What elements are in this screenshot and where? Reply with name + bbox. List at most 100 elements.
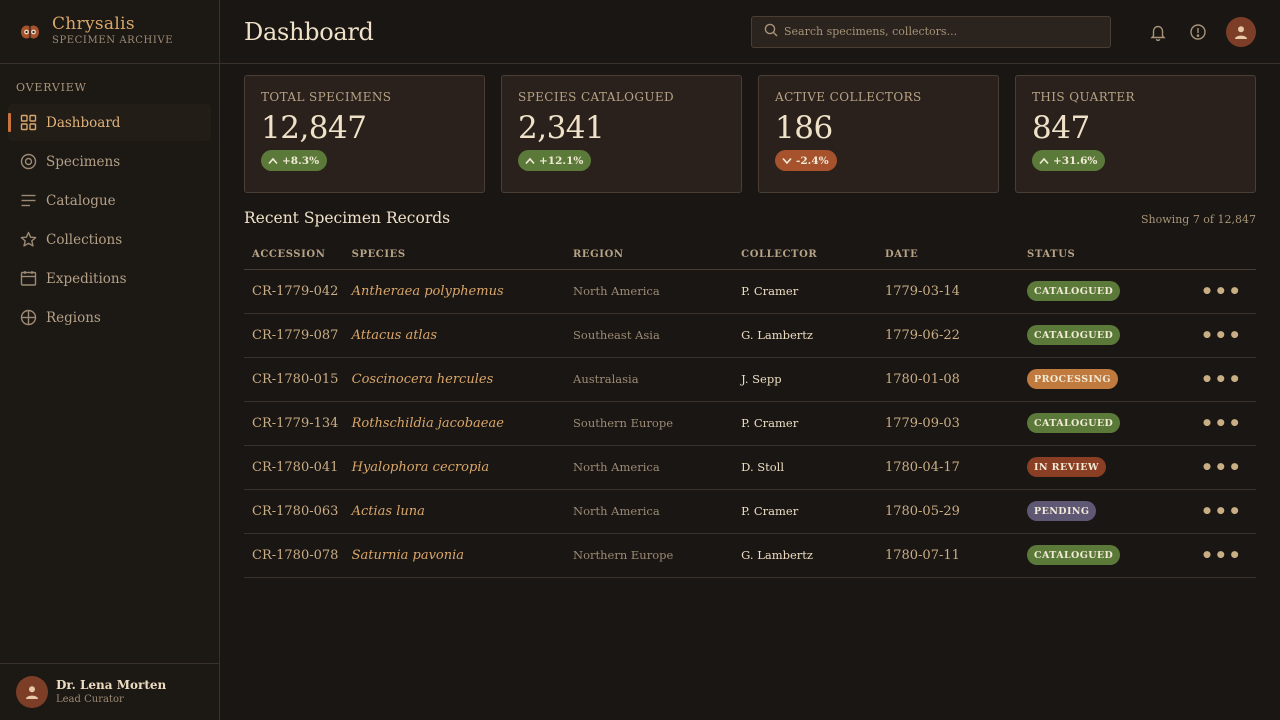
trend-badge: +31.6% — [1032, 150, 1106, 171]
date-cell: 1779-06-22 — [876, 313, 1020, 358]
row-actions-button[interactable]: ••• — [1192, 533, 1256, 578]
row-actions-button[interactable]: ••• — [1192, 313, 1256, 358]
calendar-icon — [20, 270, 37, 287]
region-cell: Australasia — [565, 357, 734, 402]
records-count: Showing 7 of 12,847 — [1141, 213, 1256, 226]
stat-card-total-specimens[interactable]: TOTAL SPECIMENS 12,847 +8.3% — [244, 75, 485, 193]
brand[interactable]: Chrysalis SPECIMEN ARCHIVE — [0, 0, 219, 64]
status-cell: CATALOGUED — [1019, 313, 1193, 358]
accession-cell: CR-1779-042 — [244, 269, 344, 314]
notifications-button[interactable] — [1147, 21, 1169, 43]
globe-icon — [20, 309, 37, 326]
trend-badge: -2.4% — [775, 150, 837, 171]
sidebar-item-expeditions[interactable]: Expeditions — [8, 260, 211, 297]
sidebar-item-regions[interactable]: Regions — [8, 299, 211, 336]
species-cell: Actias luna — [343, 489, 566, 534]
species-cell: Coscinocera hercules — [343, 357, 566, 402]
bell-icon — [1150, 25, 1166, 41]
avatar — [16, 676, 48, 708]
chevron-up-icon — [525, 157, 535, 164]
stat-label: THIS QUARTER — [1032, 90, 1135, 104]
stat-card-species-catalogued[interactable]: SPECIES CATALOGUED 2,341 +12.1% — [501, 75, 742, 193]
column-header-collector[interactable]: COLLECTOR — [733, 241, 877, 270]
status-cell: PROCESSING — [1019, 357, 1193, 402]
status-badge: CATALOGUED — [1027, 545, 1121, 565]
column-header-date[interactable]: DATE — [876, 241, 1020, 270]
sidebar-item-label: Collections — [46, 231, 123, 248]
row-actions-button[interactable]: ••• — [1192, 489, 1256, 534]
accession-cell: CR-1780-063 — [244, 489, 344, 534]
status-cell: CATALOGUED — [1019, 533, 1193, 578]
more-horizontal-icon: ••• — [1200, 499, 1242, 523]
sidebar-item-dashboard[interactable]: Dashboard — [8, 104, 211, 141]
alert-circle-icon — [1190, 23, 1206, 40]
region-cell: North America — [565, 489, 734, 534]
more-horizontal-icon: ••• — [1200, 411, 1242, 435]
status-cell: IN REVIEW — [1019, 445, 1193, 490]
search-input[interactable] — [784, 25, 1084, 38]
list-icon — [20, 192, 37, 209]
date-cell: 1780-01-08 — [876, 357, 1020, 402]
region-cell: Southern Europe — [565, 401, 734, 446]
page-title: Dashboard — [244, 17, 374, 46]
column-header-species[interactable]: SPECIES — [343, 241, 566, 270]
stat-card-this-quarter[interactable]: THIS QUARTER 847 +31.6% — [1015, 75, 1256, 193]
chevron-down-icon — [782, 157, 792, 164]
search-icon — [764, 22, 778, 41]
current-user[interactable]: Dr. Lena Morten Lead Curator — [0, 663, 219, 720]
table-row[interactable]: CR-1779-042 Antheraea polyphemus North Ame… — [244, 269, 1256, 314]
app-title: Chrysalis — [52, 14, 135, 34]
column-header-accession[interactable]: ACCESSION — [244, 241, 344, 270]
table-header-row: ACCESSION SPECIES REGION COLLECTOR DATE … — [244, 241, 1256, 270]
region-cell: North America — [565, 445, 734, 490]
app-subtitle: SPECIMEN ARCHIVE — [52, 35, 174, 46]
row-actions-button[interactable]: ••• — [1192, 401, 1256, 446]
stat-value: 2,341 — [518, 110, 605, 146]
trend-badge: +8.3% — [261, 150, 328, 171]
accession-cell: CR-1780-015 — [244, 357, 344, 402]
region-cell: North America — [565, 269, 734, 314]
trend-value: +12.1% — [539, 154, 584, 167]
row-actions-button[interactable]: ••• — [1192, 269, 1256, 314]
stat-card-active-collectors[interactable]: ACTIVE COLLECTORS 186 -2.4% — [758, 75, 999, 193]
profile-avatar-button[interactable] — [1226, 16, 1256, 47]
sidebar-item-collections[interactable]: Collections — [8, 221, 211, 258]
status-badge: PROCESSING — [1027, 369, 1118, 389]
accession-cell: CR-1779-087 — [244, 313, 344, 358]
sidebar-item-specimens[interactable]: Specimens — [8, 143, 211, 180]
stats-row: TOTAL SPECIMENS 12,847 +8.3% SPECIES CAT… — [244, 75, 1256, 193]
row-actions-button[interactable]: ••• — [1192, 357, 1256, 402]
status-cell: CATALOGUED — [1019, 269, 1193, 314]
sidebar-item-label: Catalogue — [46, 192, 116, 209]
search-box[interactable] — [751, 15, 1111, 48]
column-header-region[interactable]: REGION — [565, 241, 734, 270]
table-row[interactable]: CR-1780-078 Saturnia pavonia Northern Euro… — [244, 533, 1256, 578]
table-row[interactable]: CR-1780-063 Actias luna North America P. Cr… — [244, 489, 1256, 534]
grid-icon — [20, 114, 37, 131]
table-row[interactable]: CR-1779-087 Attacus atlas Southeast Asia G.… — [244, 313, 1256, 358]
main-content: Dashboard Search specimens, collectors..… — [220, 0, 1280, 720]
accession-cell: CR-1780-078 — [244, 533, 344, 578]
records-table: ACCESSION SPECIES REGION COLLECTOR DATE … — [244, 241, 1256, 578]
species-cell: Saturnia pavonia — [343, 533, 566, 578]
table-row[interactable]: CR-1779-134 Rothschildia jacobaeae Souther… — [244, 401, 1256, 446]
species-cell: Antheraea polyphemus — [343, 269, 566, 314]
column-header-status[interactable]: STATUS — [1019, 241, 1193, 270]
collector-cell: G. Lambertz — [733, 533, 877, 578]
table-row[interactable]: CR-1780-041 Hyalophora cecropia North Amer… — [244, 445, 1256, 490]
table-row[interactable]: CR-1780-015 Coscinocera hercules Australas… — [244, 357, 1256, 402]
sidebar-item-catalogue[interactable]: Catalogue — [8, 182, 211, 219]
nav-section-label: OVERVIEW — [16, 81, 87, 94]
stat-label: ACTIVE COLLECTORS — [775, 90, 922, 104]
trend-value: +8.3% — [282, 154, 320, 167]
alerts-button[interactable] — [1187, 21, 1209, 43]
stat-value: 12,847 — [261, 110, 367, 146]
more-horizontal-icon: ••• — [1200, 279, 1242, 303]
status-cell: CATALOGUED — [1019, 401, 1193, 446]
chevron-up-icon — [1039, 157, 1049, 164]
species-cell: Hyalophora cecropia — [343, 445, 566, 490]
collector-cell: G. Lambertz — [733, 313, 877, 358]
section-title: Recent Specimen Records — [244, 209, 451, 227]
stat-label: SPECIES CATALOGUED — [518, 90, 675, 104]
row-actions-button[interactable]: ••• — [1192, 445, 1256, 490]
